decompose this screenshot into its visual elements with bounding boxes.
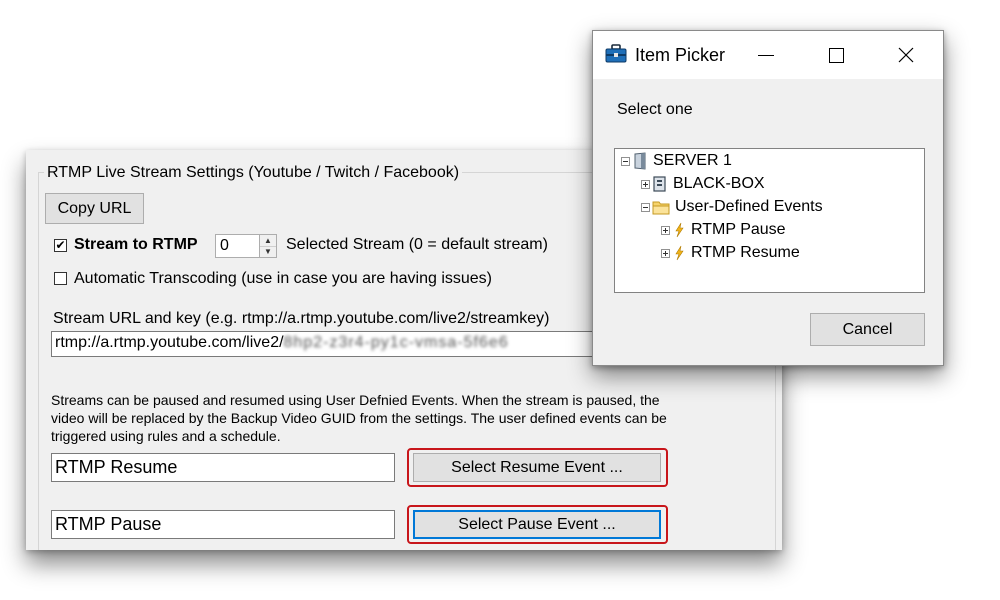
stream-index-value[interactable]: 0 — [220, 237, 229, 255]
tree-node-rtmp-pause[interactable]: RTMP Pause — [661, 220, 786, 240]
dialog-title: Item Picker — [635, 45, 726, 65]
tree-node-rtmp-resume[interactable]: RTMP Resume — [661, 243, 800, 263]
stepper-down-icon[interactable]: ▼ — [260, 246, 276, 257]
tree-label-rtmp-pause: RTMP Pause — [691, 221, 786, 238]
tree-label-user-defined-events: User-Defined Events — [675, 198, 823, 215]
pause-event-field[interactable]: RTMP Pause — [51, 510, 395, 539]
pause-resume-info: Streams can be paused and resumed using … — [51, 392, 667, 444]
lightning-icon — [672, 222, 686, 238]
expand-icon[interactable] — [661, 225, 670, 235]
item-tree[interactable]: SERVER 1 BLACK-BOX User-Defined Events R… — [614, 148, 925, 293]
minimize-icon — [758, 54, 774, 56]
select-pause-event-button[interactable]: Select Pause Event ... — [413, 510, 661, 539]
stream-to-rtmp-checkbox[interactable]: ✔ — [54, 239, 67, 252]
tree-node-server[interactable]: SERVER 1 — [621, 151, 732, 171]
computer-icon — [652, 175, 668, 193]
folder-icon — [652, 200, 670, 215]
select-resume-event-button[interactable]: Select Resume Event ... — [413, 453, 661, 482]
tree-label-rtmp-resume: RTMP Resume — [691, 244, 800, 261]
stepper-buttons: ▲ ▼ — [259, 235, 276, 257]
toolbox-icon — [605, 44, 627, 69]
tree-node-black-box[interactable]: BLACK-BOX — [641, 174, 765, 194]
copy-url-button[interactable]: Copy URL — [45, 193, 144, 224]
close-icon — [898, 47, 914, 63]
tree-node-user-defined-events[interactable]: User-Defined Events — [641, 197, 823, 217]
expand-icon[interactable] — [661, 248, 670, 258]
maximize-icon — [828, 47, 844, 63]
collapse-icon[interactable] — [641, 202, 650, 212]
stream-to-rtmp-label: Stream to RTMP — [74, 236, 198, 253]
server-icon — [632, 152, 648, 170]
stream-key-redacted: 8hp2-z3r4-py1c-vmsa-5f6e6 — [283, 334, 509, 351]
auto-transcoding-label: Automatic Transcoding (use in case you a… — [74, 270, 492, 287]
select-one-label: Select one — [617, 101, 693, 118]
stream-url-label: Stream URL and key (e.g. rtmp://a.rtmp.y… — [53, 310, 550, 327]
collapse-icon[interactable] — [621, 156, 630, 166]
maximize-button[interactable] — [813, 31, 859, 79]
stream-index-stepper[interactable]: 0 ▲ ▼ — [215, 234, 277, 258]
minimize-button[interactable] — [743, 31, 789, 79]
lightning-icon — [672, 245, 686, 261]
resume-event-field[interactable]: RTMP Resume — [51, 453, 395, 482]
tree-label-black-box: BLACK-BOX — [673, 175, 765, 192]
tree-label-server: SERVER 1 — [653, 152, 732, 169]
cancel-button[interactable]: Cancel — [810, 313, 925, 346]
stream-url-visible: rtmp://a.rtmp.youtube.com/live2/ — [55, 334, 284, 351]
auto-transcoding-checkbox[interactable] — [54, 272, 67, 285]
expand-icon[interactable] — [641, 179, 650, 189]
item-picker-titlebar[interactable]: Item Picker — [593, 31, 943, 79]
group-title: RTMP Live Stream Settings (Youtube / Twi… — [44, 164, 463, 182]
close-button[interactable] — [883, 31, 929, 79]
item-picker-dialog: Item Picker Select one SERVER 1 BLACK-BO… — [592, 30, 944, 366]
selected-stream-label: Selected Stream (0 = default stream) — [286, 236, 548, 253]
